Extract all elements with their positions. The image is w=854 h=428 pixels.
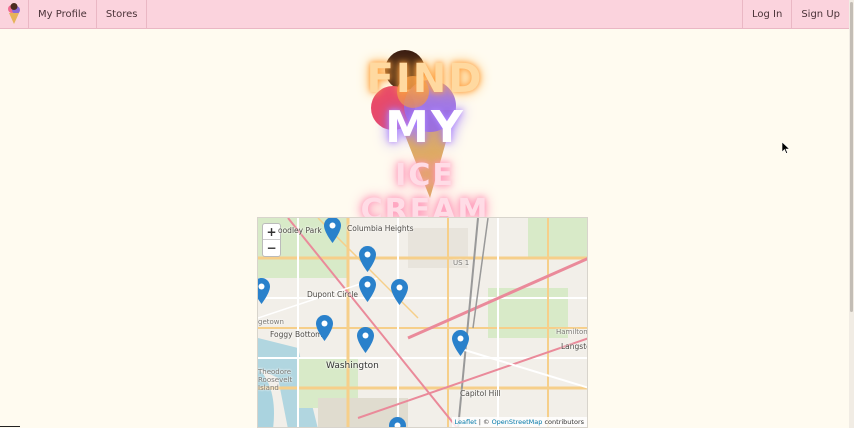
ice-cream-logo-icon[interactable] bbox=[0, 0, 29, 28]
map-label-dupont-circle: Dupont Circle bbox=[307, 290, 359, 299]
map-label-columbia-heights: Columbia Heights bbox=[347, 224, 414, 233]
leaflet-link[interactable]: Leaflet bbox=[455, 418, 477, 426]
map-label-langston: Langsto bbox=[561, 342, 588, 351]
map-label-hamilton: Hamilton bbox=[556, 328, 588, 336]
nav-log-in[interactable]: Log In bbox=[742, 0, 791, 28]
nav-my-profile[interactable]: My Profile bbox=[29, 0, 97, 28]
map-label-theodore-roosevelt: Theodore Roosevelt Island bbox=[258, 368, 293, 392]
attribution-suffix: contributors bbox=[542, 418, 584, 426]
map-label-capitol-hill: Capitol Hill bbox=[460, 389, 501, 398]
navbar: My Profile Stores Log In Sign Up bbox=[0, 0, 849, 29]
map-label-georgetown: getown bbox=[258, 318, 284, 326]
page-scrollbar[interactable] bbox=[849, 0, 854, 428]
mouse-cursor-icon bbox=[782, 142, 790, 154]
nav-sign-up[interactable]: Sign Up bbox=[791, 0, 849, 28]
store-marker-icon[interactable] bbox=[452, 330, 469, 356]
store-marker-icon[interactable] bbox=[357, 327, 374, 353]
store-marker-icon[interactable] bbox=[359, 276, 376, 302]
map-label-washington: Washington bbox=[326, 361, 379, 371]
find-my-ice-cream-logo: FIND MY ICE CREAM bbox=[335, 50, 515, 228]
store-marker-icon[interactable] bbox=[324, 217, 341, 243]
hero-word-find: FIND bbox=[366, 56, 484, 102]
map-label-foggy-bottom: Foggy Bottom bbox=[270, 330, 323, 339]
attribution-separator: | © bbox=[476, 418, 492, 426]
hero-word-my: MY bbox=[385, 102, 465, 153]
zoom-out-button[interactable]: − bbox=[263, 240, 280, 256]
store-map[interactable]: + − oodley Park Columbia Heights US 1 Du… bbox=[257, 217, 588, 428]
store-marker-icon[interactable] bbox=[257, 278, 270, 304]
nav-stores[interactable]: Stores bbox=[97, 0, 148, 28]
store-marker-icon[interactable] bbox=[389, 417, 406, 428]
divider bbox=[0, 426, 20, 427]
openstreetmap-link[interactable]: OpenStreetMap bbox=[492, 418, 543, 426]
store-marker-icon[interactable] bbox=[316, 315, 333, 341]
map-label-us1: US 1 bbox=[453, 259, 470, 267]
store-marker-icon[interactable] bbox=[359, 246, 376, 272]
scrollbar-thumb[interactable] bbox=[850, 2, 853, 312]
map-label-woodley-park: oodley Park bbox=[278, 226, 322, 235]
map-attribution: Leaflet | © OpenStreetMap contributors bbox=[451, 417, 587, 427]
store-marker-icon[interactable] bbox=[391, 279, 408, 305]
